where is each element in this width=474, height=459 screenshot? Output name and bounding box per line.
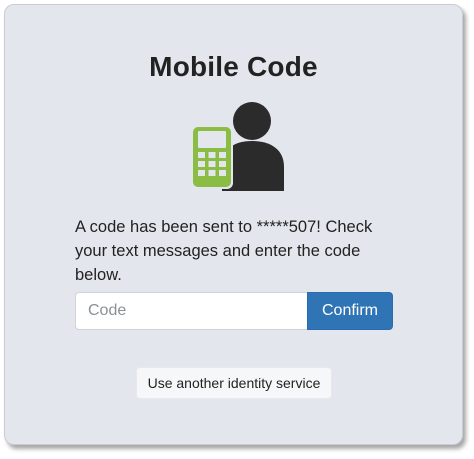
- instruction-message: A code has been sent to *****507! Check …: [75, 218, 373, 284]
- page-title: Mobile Code: [149, 51, 318, 82]
- use-another-identity-service-button[interactable]: Use another identity service: [136, 367, 332, 399]
- code-input-group: Confirm: [75, 292, 393, 330]
- mobile-phone-with-person-icon: [191, 102, 284, 191]
- code-input[interactable]: [75, 292, 307, 330]
- confirm-button[interactable]: Confirm: [307, 292, 393, 330]
- phone-icon: [191, 125, 233, 189]
- mobile-code-card: Mobile Code A code has been sent to ****…: [4, 4, 463, 445]
